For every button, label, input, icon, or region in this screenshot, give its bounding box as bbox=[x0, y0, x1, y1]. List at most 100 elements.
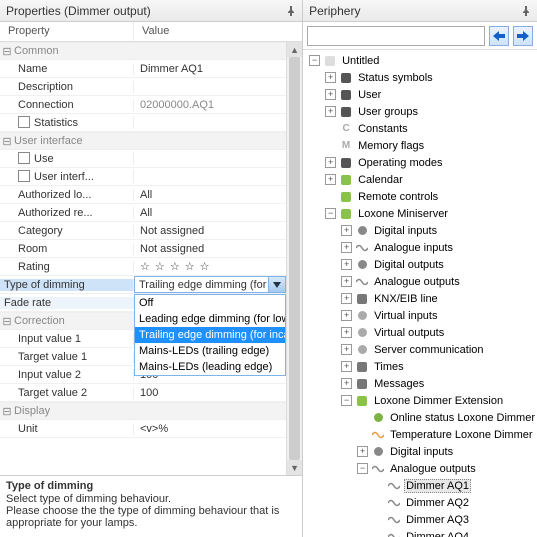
collapse-icon[interactable]: ⊟ bbox=[0, 135, 14, 148]
tree-node-aq3[interactable]: Dimmer AQ3 bbox=[303, 511, 537, 528]
row-statistics[interactable]: Statistics bbox=[0, 114, 286, 132]
type-dropdown-list[interactable]: Off Leading edge dimming (for low vo Tra… bbox=[134, 294, 286, 376]
row-use[interactable]: Use bbox=[0, 150, 286, 168]
expand-icon[interactable]: + bbox=[325, 72, 336, 83]
tree-node-status[interactable]: +Status symbols bbox=[303, 69, 537, 86]
checkbox-userif[interactable] bbox=[18, 170, 30, 182]
scrollbar[interactable]: ▲ ▼ bbox=[286, 42, 302, 475]
tree-label: Constants bbox=[356, 123, 410, 135]
expand-icon[interactable]: + bbox=[325, 157, 336, 168]
row-rating[interactable]: Rating☆ ☆ ☆ ☆ ☆ bbox=[0, 258, 286, 276]
expand-icon[interactable]: + bbox=[341, 293, 352, 304]
tree-node-aq1[interactable]: Dimmer AQ1 bbox=[303, 477, 537, 494]
collapse-icon[interactable]: − bbox=[341, 395, 352, 406]
row-authre[interactable]: Authorized re...All bbox=[0, 204, 286, 222]
group-common[interactable]: ⊟Common bbox=[0, 42, 286, 60]
expand-icon[interactable]: + bbox=[341, 327, 352, 338]
dropdown-button[interactable] bbox=[268, 277, 285, 292]
spacer bbox=[325, 123, 336, 134]
tree-node-tmp[interactable]: Temperature Loxone Dimmer bbox=[303, 426, 537, 443]
tree-node-msg[interactable]: +Messages bbox=[303, 375, 537, 392]
pin-icon[interactable] bbox=[521, 6, 531, 16]
col-value: Value bbox=[134, 22, 177, 41]
expand-icon[interactable]: + bbox=[341, 225, 352, 236]
tree-label: Digital inputs bbox=[372, 225, 439, 237]
tree-node-di2[interactable]: +Digital inputs bbox=[303, 443, 537, 460]
row-type-of-dimming[interactable]: Type of dimming Trailing edge dimming (f… bbox=[0, 276, 286, 294]
option-led-lead[interactable]: Mains-LEDs (leading edge) bbox=[135, 359, 285, 375]
tree-node-aq2[interactable]: Dimmer AQ2 bbox=[303, 494, 537, 511]
expand-icon[interactable]: + bbox=[341, 361, 352, 372]
tree-label: Dimmer AQ2 bbox=[404, 497, 471, 509]
row-fade-rate[interactable]: Fade rate Off Leading edge dimming (for … bbox=[0, 294, 286, 312]
group-ui[interactable]: ⊟User interface bbox=[0, 132, 286, 150]
row-description[interactable]: Description bbox=[0, 78, 286, 96]
nav-forward-button[interactable] bbox=[513, 26, 533, 46]
collapse-icon[interactable]: − bbox=[325, 208, 336, 219]
scroll-up-icon[interactable]: ▲ bbox=[287, 42, 302, 57]
tree-node-vo[interactable]: +Virtual outputs bbox=[303, 324, 537, 341]
collapse-icon[interactable]: ⊟ bbox=[0, 45, 14, 58]
tree-node-lde[interactable]: −Loxone Dimmer Extension bbox=[303, 392, 537, 409]
expand-icon[interactable]: + bbox=[357, 446, 368, 457]
tree-node-ao2[interactable]: −Analogue outputs bbox=[303, 460, 537, 477]
tree-node-do[interactable]: +Digital outputs bbox=[303, 256, 537, 273]
checkbox-use[interactable] bbox=[18, 152, 30, 164]
row-userif[interactable]: User interf... bbox=[0, 168, 286, 186]
scroll-down-icon[interactable]: ▼ bbox=[287, 460, 302, 475]
group-display[interactable]: ⊟Display bbox=[0, 402, 286, 420]
row-connection[interactable]: Connection02000000.AQ1 bbox=[0, 96, 286, 114]
option-led-trail[interactable]: Mains-LEDs (trailing edge) bbox=[135, 343, 285, 359]
option-leading[interactable]: Leading edge dimming (for low vo bbox=[135, 311, 285, 327]
expand-icon[interactable]: + bbox=[325, 174, 336, 185]
option-off[interactable]: Off bbox=[135, 295, 285, 311]
tree-node-mem[interactable]: MMemory flags bbox=[303, 137, 537, 154]
tree-node-aq4[interactable]: Dimmer AQ4 bbox=[303, 528, 537, 537]
collapse-icon[interactable]: − bbox=[309, 55, 320, 66]
tree-node-ao[interactable]: + Analogue outputs bbox=[303, 273, 537, 290]
row-tv2[interactable]: Target value 2100 bbox=[0, 384, 286, 402]
expand-icon[interactable]: + bbox=[341, 259, 352, 270]
tree-label: Untitled bbox=[340, 55, 381, 67]
row-category[interactable]: CategoryNot assigned bbox=[0, 222, 286, 240]
row-room[interactable]: RoomNot assigned bbox=[0, 240, 286, 258]
collapse-icon[interactable]: ⊟ bbox=[0, 405, 14, 418]
expand-icon[interactable]: + bbox=[325, 106, 336, 117]
tree-node-user[interactable]: +User bbox=[303, 86, 537, 103]
col-property: Property bbox=[0, 22, 134, 41]
expand-icon[interactable]: + bbox=[341, 242, 352, 253]
tree-node-opm[interactable]: +Operating modes bbox=[303, 154, 537, 171]
row-name[interactable]: NameDimmer AQ1 bbox=[0, 60, 286, 78]
type-of-dimming-combo[interactable]: Trailing edge dimming (for inc bbox=[134, 276, 286, 293]
spacer bbox=[373, 514, 384, 525]
tree-node-const[interactable]: CConstants bbox=[303, 120, 537, 137]
checkbox-statistics[interactable] bbox=[18, 116, 30, 128]
expand-icon[interactable]: + bbox=[341, 276, 352, 287]
collapse-icon[interactable]: − bbox=[357, 463, 368, 474]
tree-node-onl[interactable]: Online status Loxone Dimmer bbox=[303, 409, 537, 426]
nav-back-button[interactable] bbox=[489, 26, 509, 46]
scroll-thumb[interactable] bbox=[289, 57, 300, 460]
expand-icon[interactable]: + bbox=[341, 344, 352, 355]
option-trailing[interactable]: Trailing edge dimming (for incand bbox=[135, 327, 285, 343]
pin-icon[interactable] bbox=[286, 6, 296, 16]
periphery-select[interactable] bbox=[307, 26, 485, 46]
tree-node-di[interactable]: + Digital inputs bbox=[303, 222, 537, 239]
row-authlo[interactable]: Authorized lo...All bbox=[0, 186, 286, 204]
expand-icon[interactable]: + bbox=[325, 89, 336, 100]
tree-node-vi[interactable]: +Virtual inputs bbox=[303, 307, 537, 324]
tree-label: Analogue outputs bbox=[372, 276, 462, 288]
tree-node-ugroups[interactable]: +User groups bbox=[303, 103, 537, 120]
tree-node-ms[interactable]: −Loxone Miniserver bbox=[303, 205, 537, 222]
tree-node-rem[interactable]: Remote controls bbox=[303, 188, 537, 205]
tree-node-knx[interactable]: +KNX/EIB line bbox=[303, 290, 537, 307]
expand-icon[interactable]: + bbox=[341, 378, 352, 389]
tree-node-cal[interactable]: +Calendar bbox=[303, 171, 537, 188]
expand-icon[interactable]: + bbox=[341, 310, 352, 321]
row-unit[interactable]: Unit<v>% bbox=[0, 420, 286, 438]
tree-node-sc[interactable]: +Server communication bbox=[303, 341, 537, 358]
tree-node-untitled[interactable]: − Untitled bbox=[303, 52, 537, 69]
tree-node-ai[interactable]: +Analogue inputs bbox=[303, 239, 537, 256]
collapse-icon[interactable]: ⊟ bbox=[0, 315, 14, 328]
tree-node-tm[interactable]: +Times bbox=[303, 358, 537, 375]
